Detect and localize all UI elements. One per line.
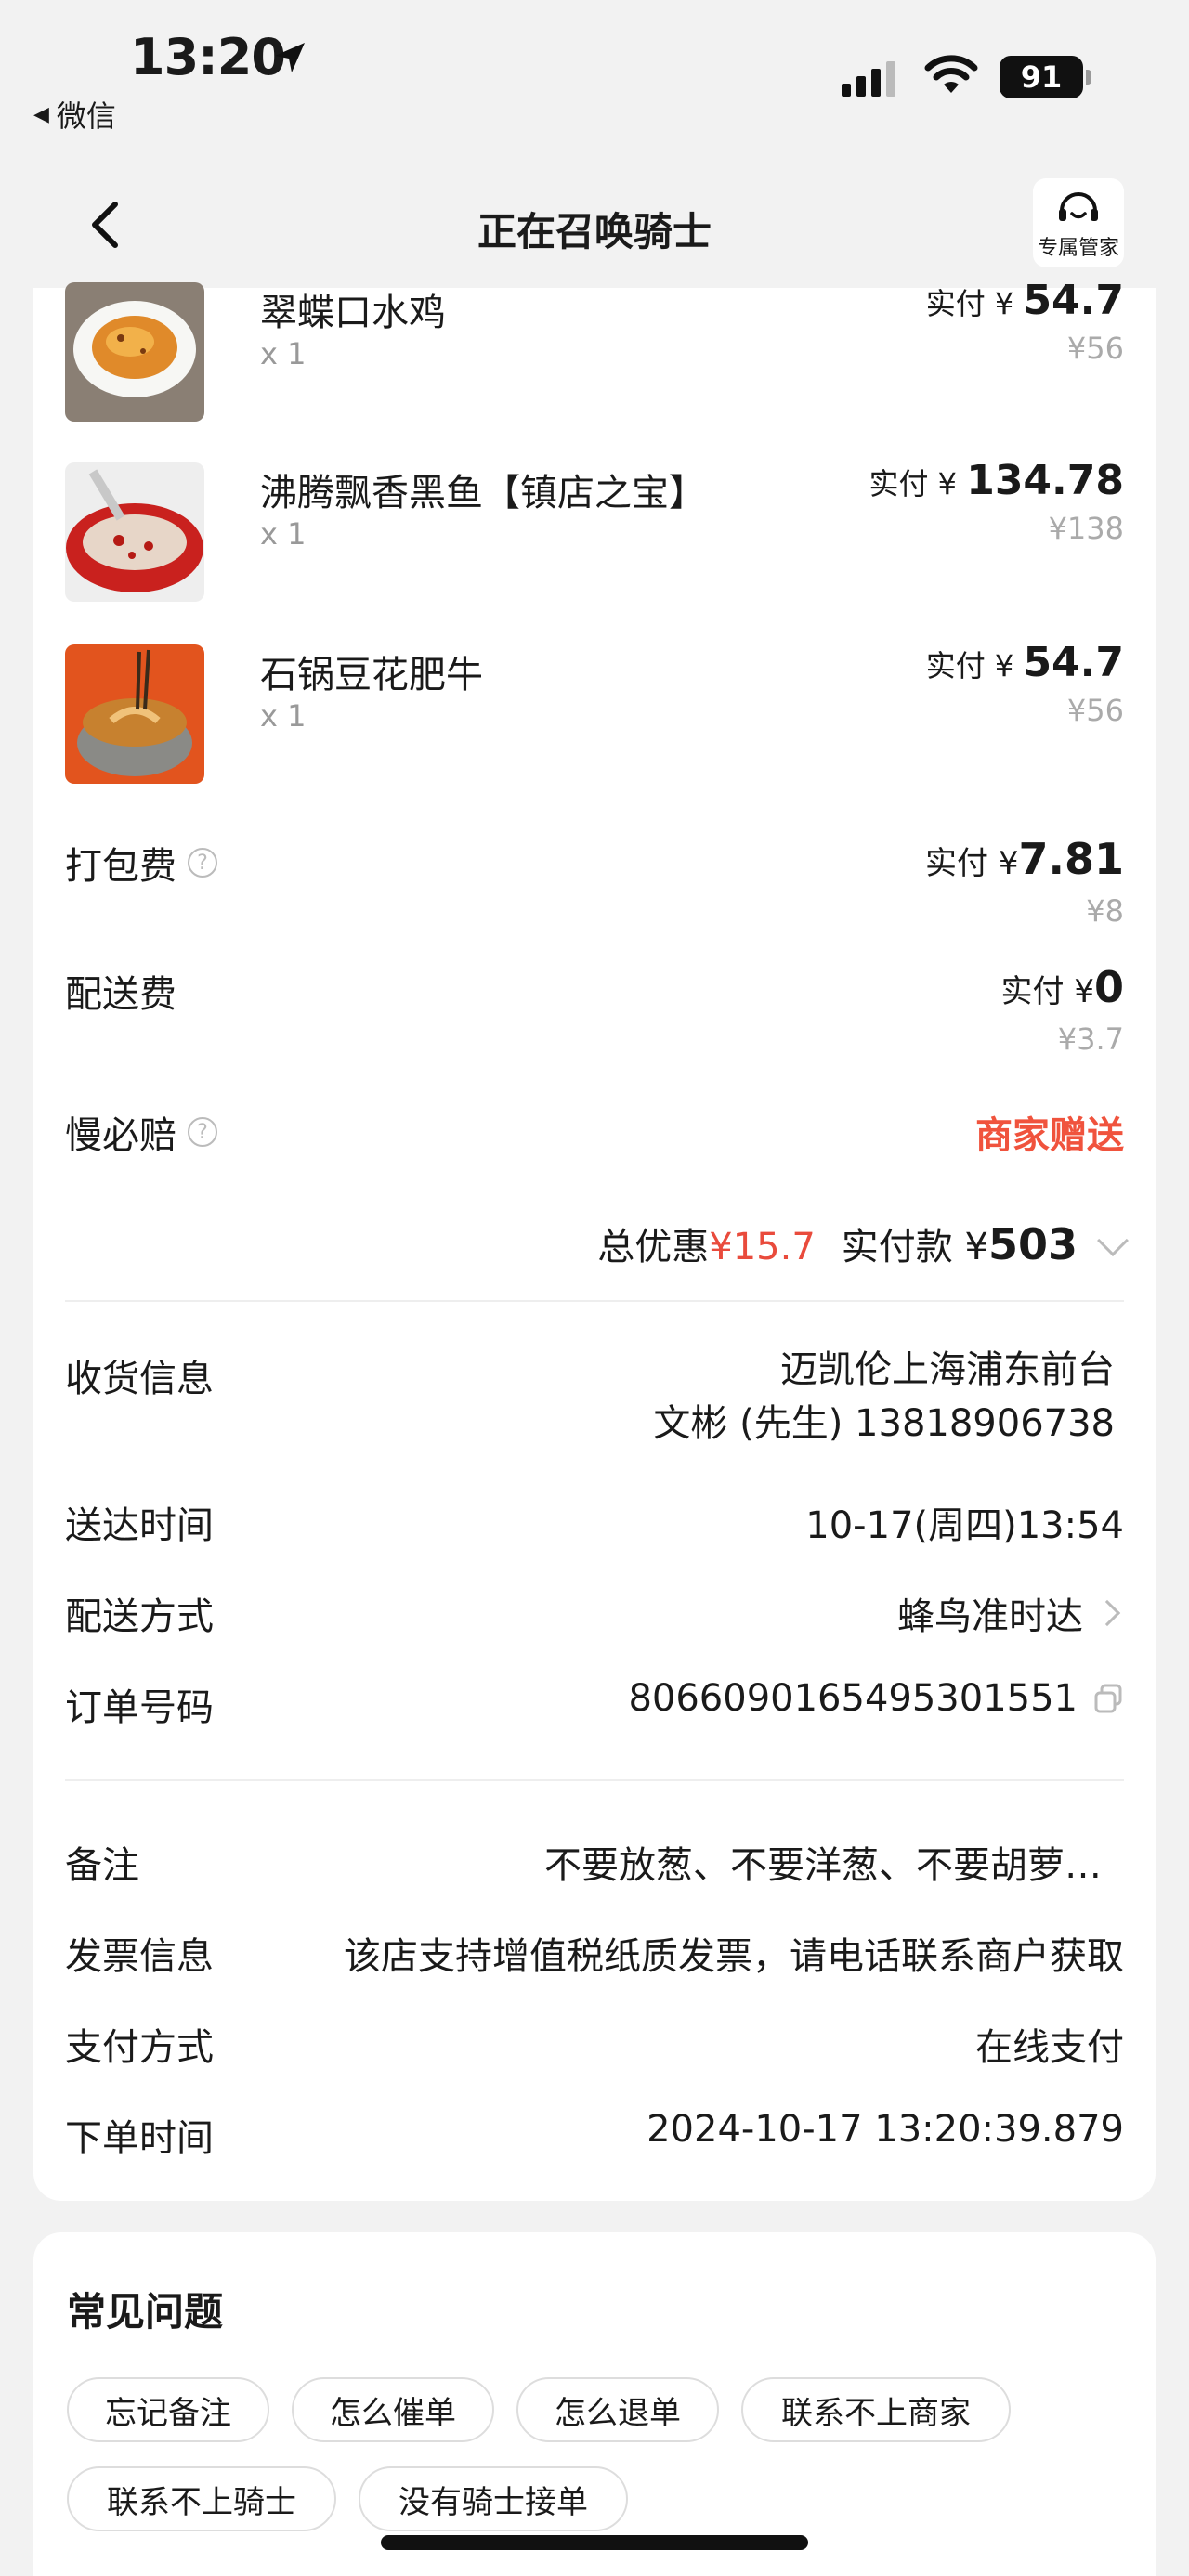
item-name: 翠蝶口水鸡	[260, 292, 446, 334]
faq-chip[interactable]: 忘记备注	[67, 2377, 269, 2442]
order-item[interactable]: 翠蝶口水鸡 x 1 实付 ¥ 54.7 ¥56	[65, 277, 1156, 431]
order-time-value: 2024-10-17 13:20:39.879	[647, 2108, 1124, 2151]
clock: 13:20	[130, 28, 286, 86]
faq-chip[interactable]: 怎么退单	[516, 2377, 719, 2442]
faq-chip[interactable]: 联系不上骑士	[67, 2466, 336, 2531]
merchant-gift-badge: 商家赠送	[975, 1114, 1124, 1157]
nav-bar: 正在召唤骑士 专属管家	[0, 158, 1189, 288]
invoice-value: 该店支持增值税纸质发票，请电话联系商户获取	[344, 1935, 1124, 1978]
packing-fee-original: ¥8	[1086, 893, 1124, 929]
note-label: 备注	[65, 1844, 139, 1887]
payment-method-value: 在线支付	[975, 2026, 1124, 2069]
faq-title: 常见问题	[67, 2289, 224, 2335]
item-paid-price: 实付 ¥ 134.78	[869, 457, 1124, 504]
help-icon[interactable]: ?	[188, 1117, 217, 1147]
faq-chip[interactable]: 怎么催单	[292, 2377, 494, 2442]
order-time-label: 下单时间	[65, 2117, 214, 2160]
item-qty: x 1	[260, 698, 307, 734]
status-bar: 13:20 ◀ 微信 91	[0, 0, 1189, 158]
back-app-label: 微信	[56, 98, 116, 134]
item-qty: x 1	[260, 336, 307, 371]
service-button[interactable]: 专属管家	[1033, 178, 1124, 267]
paid-total-value: 503	[987, 1219, 1078, 1269]
service-label: 专属管家	[1037, 237, 1119, 260]
chevron-down-icon	[1097, 1225, 1129, 1256]
item-name: 石锅豆花肥牛	[260, 654, 483, 696]
delivery-method-label: 配送方式	[65, 1595, 214, 1638]
item-paid-price: 实付 ¥ 54.7	[925, 639, 1124, 686]
arrival-time-value: 10-17(周四)13:54	[805, 1504, 1124, 1547]
slow-compensation-label: 慢必赔	[65, 1114, 176, 1157]
help-icon[interactable]: ?	[188, 848, 217, 878]
delivery-fee-original: ¥3.7	[1057, 1021, 1124, 1057]
payment-method-label: 支付方式	[65, 2026, 214, 2069]
receiver-contact: 文彬 (先生) 13818906738	[653, 1402, 1115, 1445]
order-number-value: 8066090165495301551	[628, 1677, 1078, 1720]
order-detail-card: 翠蝶口水鸡 x 1 实付 ¥ 54.7 ¥56 沸腾飘香黑鱼【镇店之宝】 x 1…	[33, 277, 1156, 2201]
faq-chip[interactable]: 没有骑士接单	[359, 2466, 628, 2531]
item-qty: x 1	[260, 516, 307, 552]
discount-value: ¥15.7	[709, 1226, 816, 1268]
item-paid-price: 实付 ¥ 54.7	[925, 277, 1124, 324]
receiver-info-row: 收货信息 迈凯伦上海浦东前台 文彬 (先生) 13818906738	[65, 1348, 1124, 1460]
dish-photo	[65, 282, 204, 422]
headset-icon	[1059, 192, 1098, 221]
dish-photo	[65, 462, 204, 602]
back-triangle-icon: ◀	[33, 102, 49, 126]
paid-total-label: 实付款 ¥	[841, 1226, 988, 1268]
home-indicator[interactable]	[381, 2535, 808, 2550]
chevron-right-icon	[1093, 1599, 1121, 1627]
invoice-label: 发票信息	[65, 1935, 214, 1978]
faq-chip[interactable]: 联系不上商家	[741, 2377, 1011, 2442]
order-item[interactable]: 石锅豆花肥牛 x 1 实付 ¥ 54.7 ¥56	[65, 639, 1156, 793]
battery-icon: 91	[1000, 56, 1091, 98]
order-number-label: 订单号码	[65, 1686, 214, 1729]
discount-label: 总优惠	[597, 1226, 710, 1268]
divider	[65, 1300, 1124, 1302]
location-arrow-icon	[275, 43, 305, 72]
cellular-signal-icon	[842, 56, 895, 97]
delivery-fee-label: 配送费	[65, 973, 176, 1016]
price-summary[interactable]: 总优惠 ¥15.7 实付款 ¥ 503	[597, 1216, 1129, 1270]
faq-card: 常见问题 忘记备注 怎么催单 怎么退单 联系不上商家 联系不上骑士 没有骑士接单	[33, 2232, 1156, 2576]
page-title: 正在召唤骑士	[477, 209, 712, 254]
packing-fee-label: 打包费	[65, 845, 176, 888]
copy-icon[interactable]	[1092, 1683, 1124, 1714]
delivery-method-value: 蜂鸟准时达	[897, 1595, 1083, 1638]
item-original-price: ¥56	[1066, 693, 1124, 728]
order-item[interactable]: 沸腾飘香黑鱼【镇店之宝】 x 1 实付 ¥ 134.78 ¥138	[65, 457, 1156, 611]
back-to-app[interactable]: ◀ 微信	[33, 93, 116, 136]
item-original-price: ¥56	[1066, 331, 1124, 366]
wifi-icon	[924, 55, 978, 93]
item-name: 沸腾飘香黑鱼【镇店之宝】	[260, 472, 706, 514]
arrival-time-label: 送达时间	[65, 1504, 214, 1547]
item-original-price: ¥138	[1048, 511, 1124, 546]
delivery-fee-paid: 实付 ¥0	[1000, 962, 1124, 1012]
receiver-address: 迈凯伦上海浦东前台	[780, 1348, 1115, 1391]
packing-fee-paid: 实付 ¥7.81	[925, 834, 1124, 884]
divider	[65, 1779, 1124, 1781]
note-value: 不要放葱、不要洋葱、不要胡萝…	[544, 1844, 1102, 1887]
dish-photo	[65, 644, 204, 784]
receiver-label: 收货信息	[65, 1358, 214, 1400]
